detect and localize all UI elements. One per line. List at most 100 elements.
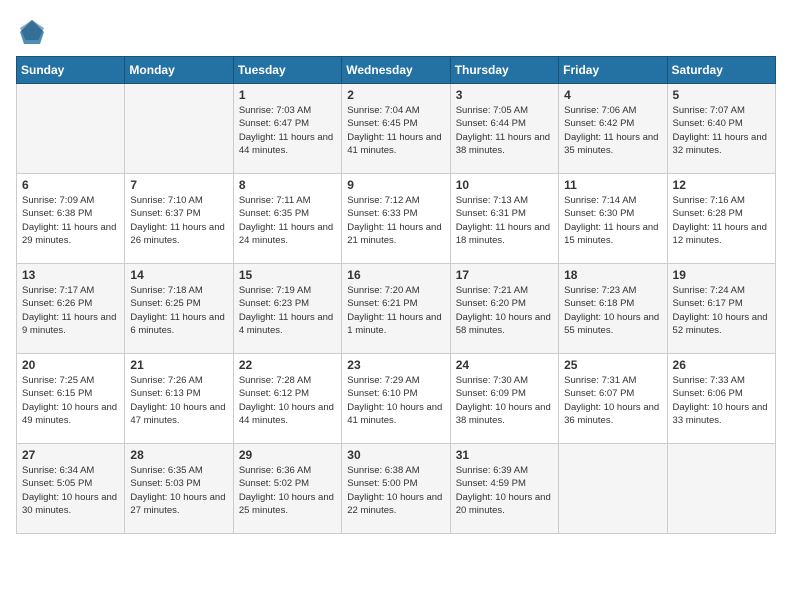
calendar-cell: 17 Sunrise: 7:21 AM Sunset: 6:20 PM Dayli… xyxy=(450,264,558,354)
day-number: 20 xyxy=(22,358,119,372)
logo-icon xyxy=(16,16,48,48)
day-info: Sunrise: 7:17 AM Sunset: 6:26 PM Dayligh… xyxy=(22,284,119,337)
day-number: 16 xyxy=(347,268,444,282)
calendar-day-header: Tuesday xyxy=(233,57,341,84)
day-number: 23 xyxy=(347,358,444,372)
calendar-day-header: Wednesday xyxy=(342,57,450,84)
calendar-week-row: 6 Sunrise: 7:09 AM Sunset: 6:38 PM Daylig… xyxy=(17,174,776,264)
day-number: 2 xyxy=(347,88,444,102)
calendar-cell: 5 Sunrise: 7:07 AM Sunset: 6:40 PM Daylig… xyxy=(667,84,775,174)
day-info: Sunrise: 7:09 AM Sunset: 6:38 PM Dayligh… xyxy=(22,194,119,247)
calendar-cell xyxy=(667,444,775,534)
day-number: 8 xyxy=(239,178,336,192)
calendar-cell xyxy=(559,444,667,534)
day-number: 25 xyxy=(564,358,661,372)
day-number: 6 xyxy=(22,178,119,192)
calendar-table: SundayMondayTuesdayWednesdayThursdayFrid… xyxy=(16,56,776,534)
calendar-header-row: SundayMondayTuesdayWednesdayThursdayFrid… xyxy=(17,57,776,84)
day-number: 13 xyxy=(22,268,119,282)
calendar-cell: 1 Sunrise: 7:03 AM Sunset: 6:47 PM Daylig… xyxy=(233,84,341,174)
calendar-week-row: 1 Sunrise: 7:03 AM Sunset: 6:47 PM Daylig… xyxy=(17,84,776,174)
calendar-cell: 9Sunrise: 7:12 AM Sunset: 6:33 PM Daylig… xyxy=(342,174,450,264)
calendar-cell xyxy=(125,84,233,174)
day-number: 26 xyxy=(673,358,770,372)
day-number: 28 xyxy=(130,448,227,462)
calendar-cell: 20 Sunrise: 7:25 AM Sunset: 6:15 PM Dayli… xyxy=(17,354,125,444)
calendar-cell: 11 Sunrise: 7:14 AM Sunset: 6:30 PM Dayli… xyxy=(559,174,667,264)
day-info: Sunrise: 7:24 AM Sunset: 6:17 PM Dayligh… xyxy=(673,284,770,337)
logo xyxy=(16,16,52,48)
day-info: Sunrise: 7:30 AM Sunset: 6:09 PM Dayligh… xyxy=(456,374,553,427)
day-info: Sunrise: 6:39 AM Sunset: 4:59 PM Dayligh… xyxy=(456,464,553,517)
calendar-cell: 21 Sunrise: 7:26 AM Sunset: 6:13 PM Dayli… xyxy=(125,354,233,444)
day-number: 5 xyxy=(673,88,770,102)
day-info: Sunrise: 7:23 AM Sunset: 6:18 PM Dayligh… xyxy=(564,284,661,337)
day-number: 3 xyxy=(456,88,553,102)
calendar-cell: 30 Sunrise: 6:38 AM Sunset: 5:00 PM Dayli… xyxy=(342,444,450,534)
day-info: Sunrise: 7:18 AM Sunset: 6:25 PM Dayligh… xyxy=(130,284,227,337)
calendar-day-header: Monday xyxy=(125,57,233,84)
day-info: Sunrise: 7:14 AM Sunset: 6:30 PM Dayligh… xyxy=(564,194,661,247)
calendar-cell: 25 Sunrise: 7:31 AM Sunset: 6:07 PM Dayli… xyxy=(559,354,667,444)
calendar-week-row: 27Sunrise: 6:34 AM Sunset: 5:05 PM Dayli… xyxy=(17,444,776,534)
day-info: Sunrise: 7:03 AM Sunset: 6:47 PM Dayligh… xyxy=(239,104,336,157)
day-number: 31 xyxy=(456,448,553,462)
calendar-cell: 22Sunrise: 7:28 AM Sunset: 6:12 PM Dayli… xyxy=(233,354,341,444)
calendar-week-row: 20 Sunrise: 7:25 AM Sunset: 6:15 PM Dayli… xyxy=(17,354,776,444)
calendar-cell: 15 Sunrise: 7:19 AM Sunset: 6:23 PM Dayli… xyxy=(233,264,341,354)
calendar-cell xyxy=(17,84,125,174)
day-number: 12 xyxy=(673,178,770,192)
day-number: 29 xyxy=(239,448,336,462)
calendar-cell: 31 Sunrise: 6:39 AM Sunset: 4:59 PM Dayli… xyxy=(450,444,558,534)
day-info: Sunrise: 7:33 AM Sunset: 6:06 PM Dayligh… xyxy=(673,374,770,427)
day-number: 30 xyxy=(347,448,444,462)
day-info: Sunrise: 7:04 AM Sunset: 6:45 PM Dayligh… xyxy=(347,104,444,157)
day-info: Sunrise: 7:25 AM Sunset: 6:15 PM Dayligh… xyxy=(22,374,119,427)
day-info: Sunrise: 6:36 AM Sunset: 5:02 PM Dayligh… xyxy=(239,464,336,517)
day-info: Sunrise: 7:19 AM Sunset: 6:23 PM Dayligh… xyxy=(239,284,336,337)
day-number: 7 xyxy=(130,178,227,192)
calendar-week-row: 13 Sunrise: 7:17 AM Sunset: 6:26 PM Dayli… xyxy=(17,264,776,354)
day-number: 27 xyxy=(22,448,119,462)
calendar-cell: 19Sunrise: 7:24 AM Sunset: 6:17 PM Dayli… xyxy=(667,264,775,354)
day-number: 24 xyxy=(456,358,553,372)
calendar-cell: 28 Sunrise: 6:35 AM Sunset: 5:03 PM Dayli… xyxy=(125,444,233,534)
day-info: Sunrise: 7:13 AM Sunset: 6:31 PM Dayligh… xyxy=(456,194,553,247)
calendar-cell: 6 Sunrise: 7:09 AM Sunset: 6:38 PM Daylig… xyxy=(17,174,125,264)
day-info: Sunrise: 7:07 AM Sunset: 6:40 PM Dayligh… xyxy=(673,104,770,157)
day-number: 10 xyxy=(456,178,553,192)
day-number: 1 xyxy=(239,88,336,102)
day-info: Sunrise: 7:20 AM Sunset: 6:21 PM Dayligh… xyxy=(347,284,444,337)
day-number: 21 xyxy=(130,358,227,372)
calendar-cell: 14 Sunrise: 7:18 AM Sunset: 6:25 PM Dayli… xyxy=(125,264,233,354)
day-number: 11 xyxy=(564,178,661,192)
day-info: Sunrise: 6:38 AM Sunset: 5:00 PM Dayligh… xyxy=(347,464,444,517)
day-number: 9 xyxy=(347,178,444,192)
day-number: 18 xyxy=(564,268,661,282)
calendar-cell: 13 Sunrise: 7:17 AM Sunset: 6:26 PM Dayli… xyxy=(17,264,125,354)
day-number: 15 xyxy=(239,268,336,282)
day-info: Sunrise: 7:10 AM Sunset: 6:37 PM Dayligh… xyxy=(130,194,227,247)
calendar-day-header: Saturday xyxy=(667,57,775,84)
day-number: 22 xyxy=(239,358,336,372)
calendar-cell: 3 Sunrise: 7:05 AM Sunset: 6:44 PM Daylig… xyxy=(450,84,558,174)
calendar-cell: 16 Sunrise: 7:20 AM Sunset: 6:21 PM Dayli… xyxy=(342,264,450,354)
day-info: Sunrise: 7:05 AM Sunset: 6:44 PM Dayligh… xyxy=(456,104,553,157)
calendar-day-header: Thursday xyxy=(450,57,558,84)
day-info: Sunrise: 7:11 AM Sunset: 6:35 PM Dayligh… xyxy=(239,194,336,247)
day-info: Sunrise: 7:26 AM Sunset: 6:13 PM Dayligh… xyxy=(130,374,227,427)
day-number: 14 xyxy=(130,268,227,282)
day-info: Sunrise: 7:31 AM Sunset: 6:07 PM Dayligh… xyxy=(564,374,661,427)
calendar-cell: 29 Sunrise: 6:36 AM Sunset: 5:02 PM Dayli… xyxy=(233,444,341,534)
calendar-cell: 8 Sunrise: 7:11 AM Sunset: 6:35 PM Daylig… xyxy=(233,174,341,264)
day-info: Sunrise: 7:06 AM Sunset: 6:42 PM Dayligh… xyxy=(564,104,661,157)
day-info: Sunrise: 6:35 AM Sunset: 5:03 PM Dayligh… xyxy=(130,464,227,517)
page-header xyxy=(16,16,776,48)
day-info: Sunrise: 7:21 AM Sunset: 6:20 PM Dayligh… xyxy=(456,284,553,337)
calendar-day-header: Friday xyxy=(559,57,667,84)
calendar-cell: 4Sunrise: 7:06 AM Sunset: 6:42 PM Daylig… xyxy=(559,84,667,174)
calendar-cell: 7 Sunrise: 7:10 AM Sunset: 6:37 PM Daylig… xyxy=(125,174,233,264)
day-number: 17 xyxy=(456,268,553,282)
calendar-cell: 18 Sunrise: 7:23 AM Sunset: 6:18 PM Dayli… xyxy=(559,264,667,354)
calendar-cell: 2 Sunrise: 7:04 AM Sunset: 6:45 PM Daylig… xyxy=(342,84,450,174)
